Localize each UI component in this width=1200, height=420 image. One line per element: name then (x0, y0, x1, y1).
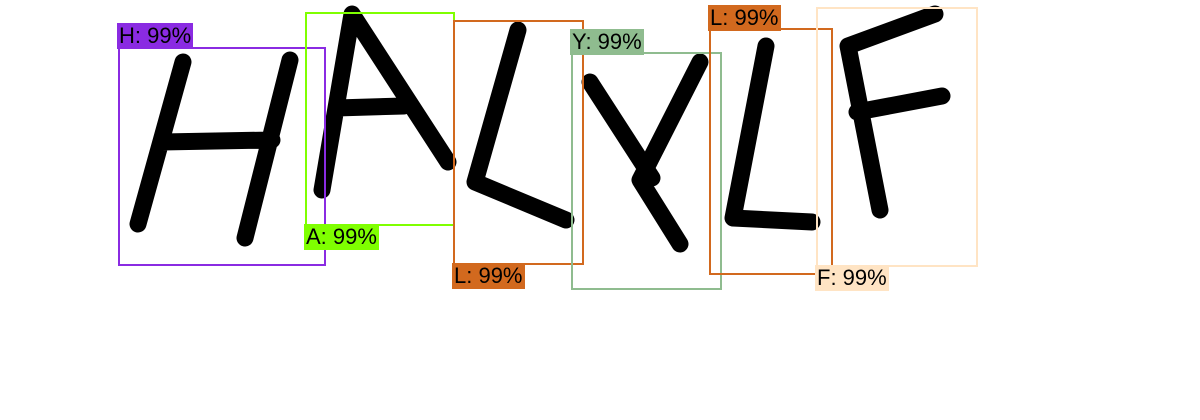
detection-label-a: A: 99% (304, 224, 379, 250)
detection-label-f: F: 99% (815, 265, 889, 291)
bounding-box-l-first (453, 20, 584, 265)
bounding-box-y (571, 52, 722, 290)
detection-canvas: H: 99% A: 99% L: 99% Y: 99% L: 99% F: 99… (0, 0, 1200, 420)
detection-label-l-first: L: 99% (452, 263, 525, 289)
detection-label-y: Y: 99% (570, 29, 644, 55)
detection-label-h: H: 99% (117, 23, 194, 49)
detection-label-l-second: L: 99% (708, 5, 781, 31)
bounding-box-a (305, 12, 455, 226)
bounding-box-f (816, 7, 978, 267)
bounding-box-h (118, 47, 326, 266)
bounding-box-l-second (709, 28, 833, 275)
